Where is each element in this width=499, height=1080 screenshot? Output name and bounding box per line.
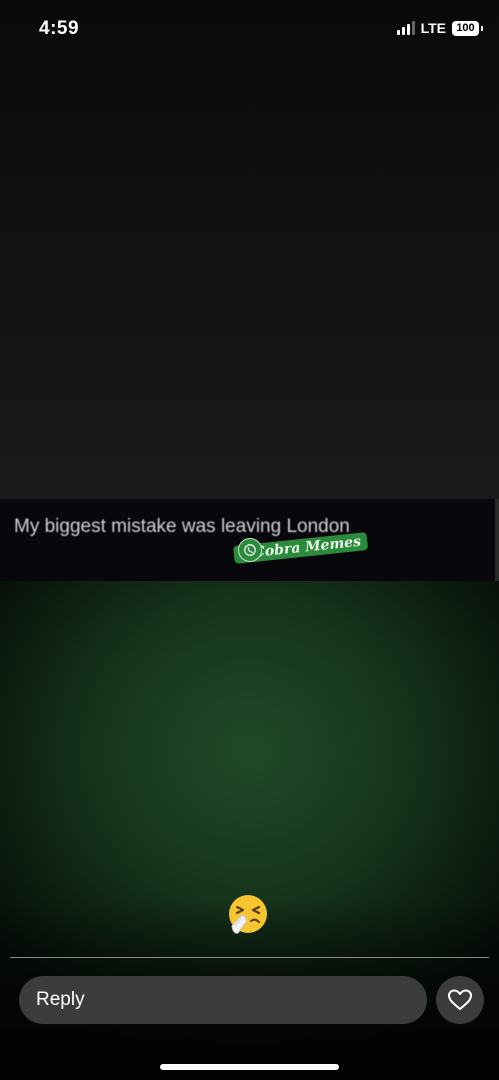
signal-icon bbox=[396, 21, 415, 35]
reply-placeholder: Reply bbox=[36, 989, 85, 1010]
reply-divider bbox=[10, 957, 489, 958]
status-indicators: LTE 100 bbox=[396, 20, 483, 36]
home-indicator[interactable] bbox=[160, 1064, 339, 1070]
sneezing-face-emoji bbox=[226, 893, 270, 937]
meme-caption: My biggest mistake was leaving London bbox=[14, 516, 350, 537]
banner-edge bbox=[495, 499, 499, 581]
reply-input[interactable]: Reply bbox=[19, 976, 427, 1024]
like-button[interactable] bbox=[436, 976, 484, 1024]
battery-icon: 100 bbox=[452, 20, 483, 36]
battery-level: 100 bbox=[456, 22, 475, 34]
whatsapp-icon bbox=[238, 538, 262, 562]
story-background-top bbox=[0, 0, 499, 499]
status-time: 4:59 bbox=[39, 18, 80, 39]
network-type: LTE bbox=[420, 20, 446, 36]
heart-icon bbox=[448, 989, 472, 1010]
